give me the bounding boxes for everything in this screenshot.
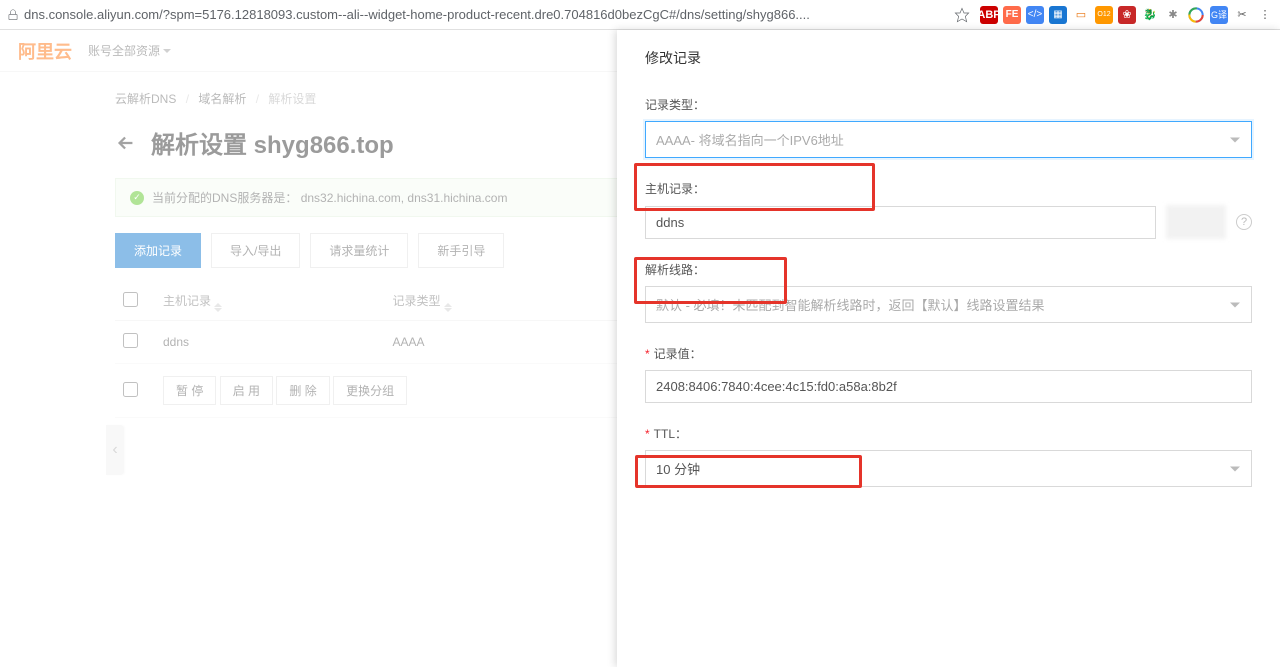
change-group-button[interactable]: 更换分组 xyxy=(333,376,407,405)
check-circle-icon: ✓ xyxy=(130,191,144,205)
guide-button[interactable]: 新手引导 xyxy=(418,233,504,268)
row-checkbox[interactable] xyxy=(123,333,138,348)
domain-suffix-blurred xyxy=(1166,205,1226,239)
edit-record-drawer: 修改记录 记录类型： AAAA- 将域名指向一个IPV6地址 主机记录： ? 解… xyxy=(617,30,1280,667)
field-line: 解析线路： 默认 - 必填！未匹配到智能解析线路时，返回【默认】线路设置结果 xyxy=(645,261,1252,323)
label-value: 记录值： xyxy=(645,345,1252,362)
field-host-record: 主机记录： ? xyxy=(645,180,1252,239)
collapse-handle[interactable]: ‹ xyxy=(106,425,124,475)
field-record-value: 记录值： xyxy=(645,345,1252,403)
import-export-button[interactable]: 导入/导出 xyxy=(211,233,300,268)
lock-icon xyxy=(6,8,20,22)
ext-icon-10[interactable] xyxy=(1187,6,1205,24)
delete-button[interactable]: 删 除 xyxy=(276,376,329,405)
select-all-checkbox[interactable] xyxy=(123,292,138,307)
crumb-current: 解析设置 xyxy=(268,92,316,106)
select-ttl[interactable]: 10 分钟 xyxy=(645,450,1252,487)
pause-button[interactable]: 暂 停 xyxy=(163,376,216,405)
brand-logo[interactable]: 阿里云 xyxy=(18,38,72,64)
crumb-domain-resolve[interactable]: 域名解析 xyxy=(198,92,246,106)
col-host[interactable]: 主机记录 xyxy=(155,282,385,321)
add-record-button[interactable]: 添加记录 xyxy=(115,233,201,268)
bulk-checkbox[interactable] xyxy=(123,382,138,397)
ext-icon-9[interactable]: ✱ xyxy=(1164,6,1182,24)
field-record-type: 记录类型： AAAA- 将域名指向一个IPV6地址 xyxy=(645,96,1252,158)
select-line[interactable]: 默认 - 必填！未匹配到智能解析线路时，返回【默认】线路设置结果 xyxy=(645,286,1252,323)
extension-icons: ABP FE </> ▦ ▭ O12 ❀ 🐉 ✱ G译 ✂ ⋮ xyxy=(974,6,1274,24)
back-arrow-icon[interactable] xyxy=(115,132,137,154)
help-icon[interactable]: ? xyxy=(1236,214,1252,230)
ext-icon-11[interactable]: G译 xyxy=(1210,6,1228,24)
col-type[interactable]: 记录类型 xyxy=(385,282,615,321)
browser-address-bar: dns.console.aliyun.com/?spm=5176.1281809… xyxy=(0,0,1280,30)
request-stats-button[interactable]: 请求量统计 xyxy=(310,233,408,268)
account-label: 账号全部资源 xyxy=(88,42,160,59)
ext-abp-icon[interactable]: ABP xyxy=(980,6,998,24)
ext-icon-12[interactable]: ✂ xyxy=(1233,6,1251,24)
banner-servers: dns32.hichina.com, dns31.hichina.com xyxy=(301,191,508,205)
select-record-type[interactable]: AAAA- 将域名指向一个IPV6地址 xyxy=(645,121,1252,158)
account-selector[interactable]: 账号全部资源 xyxy=(88,42,171,59)
ext-icon-8[interactable]: 🐉 xyxy=(1141,6,1159,24)
cell-host: ddns xyxy=(155,321,385,364)
label-record-type: 记录类型： xyxy=(645,96,1252,113)
drawer-title: 修改记录 xyxy=(645,48,1252,68)
ext-icon-6[interactable]: O12 xyxy=(1095,6,1113,24)
bookmark-star-icon[interactable] xyxy=(954,7,970,23)
sort-icon xyxy=(444,303,452,312)
input-value[interactable] xyxy=(645,370,1252,403)
ext-icon-13[interactable]: ⋮ xyxy=(1256,6,1274,24)
ext-icon-7[interactable]: ❀ xyxy=(1118,6,1136,24)
enable-button[interactable]: 启 用 xyxy=(220,376,273,405)
cell-type: AAAA xyxy=(385,321,615,364)
chevron-down-icon xyxy=(163,49,171,53)
ext-icon-4[interactable]: ▦ xyxy=(1049,6,1067,24)
label-host: 主机记录： xyxy=(645,180,1252,197)
label-line: 解析线路： xyxy=(645,261,1252,278)
page-title: 解析设置 shyg866.top xyxy=(151,125,394,160)
crumb-dns[interactable]: 云解析DNS xyxy=(115,92,176,106)
input-host[interactable] xyxy=(645,206,1156,239)
banner-text: 当前分配的DNS服务器是： xyxy=(152,189,297,206)
label-ttl: TTL： xyxy=(645,425,1252,442)
ext-icon-3[interactable]: </> xyxy=(1026,6,1044,24)
ext-fehelper-icon[interactable]: FE xyxy=(1003,6,1021,24)
url-text[interactable]: dns.console.aliyun.com/?spm=5176.1281809… xyxy=(24,7,810,22)
sort-icon xyxy=(214,303,222,312)
ext-icon-5[interactable]: ▭ xyxy=(1072,6,1090,24)
field-ttl: TTL： 10 分钟 xyxy=(645,425,1252,487)
